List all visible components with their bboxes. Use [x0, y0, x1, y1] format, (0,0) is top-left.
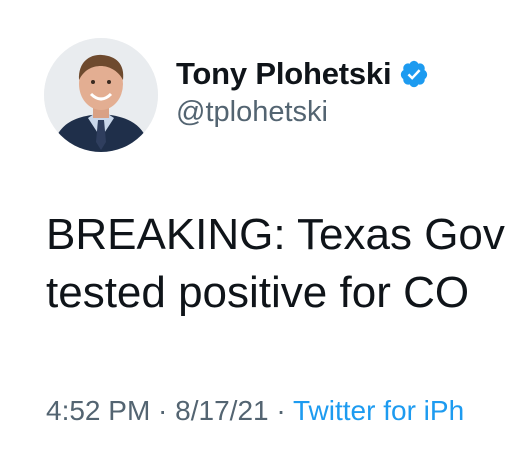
tweet-date[interactable]: 8/17/21 — [175, 395, 268, 426]
tweet-text-line: tested positive for CO — [46, 268, 470, 317]
meta-separator: · — [268, 395, 293, 426]
tweet-text: BREAKING: Texas Gov tested positive for C… — [46, 206, 520, 322]
tweet-card: Tony Plohetski @tplohetski BREAKING: Tex… — [0, 0, 520, 464]
meta-separator: · — [150, 395, 176, 426]
tweet-source-link[interactable]: Twitter for iPh — [293, 395, 464, 426]
verified-badge-icon — [399, 59, 429, 89]
avatar-photo — [44, 38, 158, 152]
avatar[interactable] — [44, 38, 158, 152]
user-handle[interactable]: @tplohetski — [176, 96, 328, 129]
tweet-text-line: BREAKING: Texas Gov — [46, 210, 505, 259]
tweet-time[interactable]: 4:52 PM — [46, 395, 150, 426]
tweet-meta: 4:52 PM · 8/17/21 · Twitter for iPh — [46, 395, 464, 427]
author-name-row[interactable]: Tony Plohetski — [176, 54, 429, 94]
display-name[interactable]: Tony Plohetski — [176, 56, 392, 92]
